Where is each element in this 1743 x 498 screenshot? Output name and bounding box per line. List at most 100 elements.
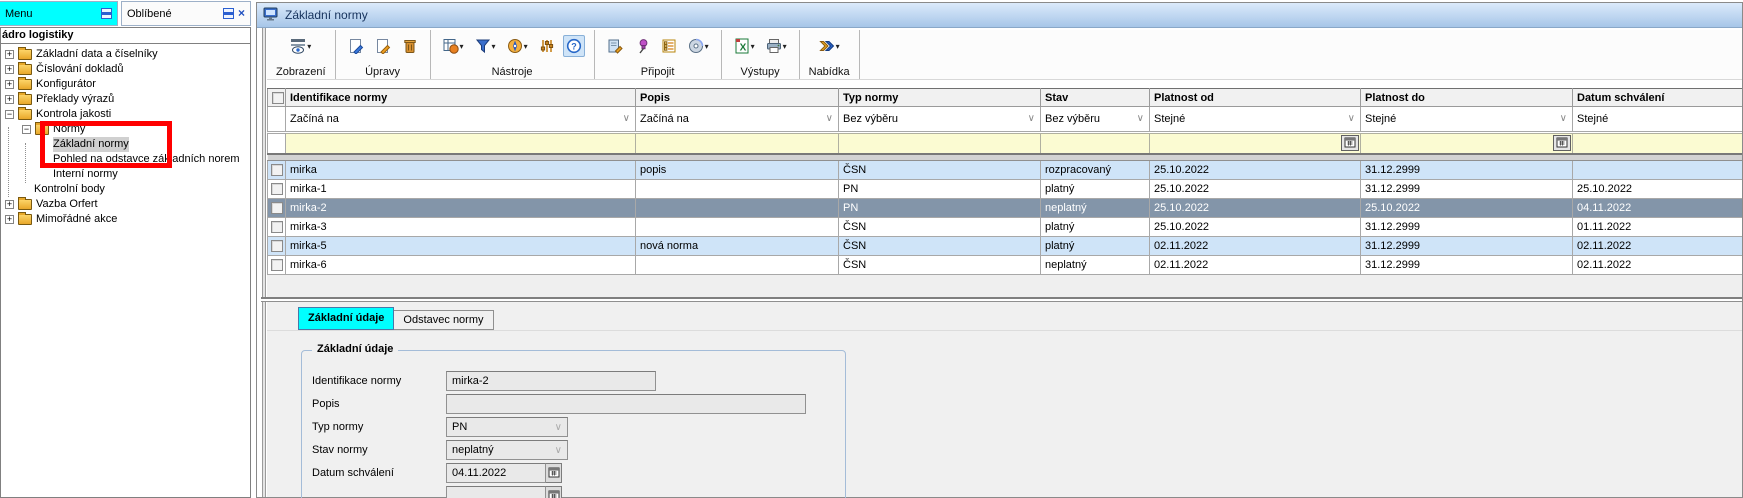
grid-row-mirka-1[interactable]: mirka-1PNplatný25.10.202231.12.299925.10… [268,180,1743,199]
select-all-header[interactable] [268,89,286,107]
pin-button[interactable] [631,35,653,57]
row-checkbox[interactable] [271,164,283,176]
dropdown-arrow-icon[interactable]: ▾ [524,42,528,51]
tab-odstavec-normy[interactable]: Odstavec normy [394,310,493,330]
stav-normy-input[interactable]: neplatný∨ [446,440,568,460]
row-checkbox[interactable] [271,240,283,252]
collapse-icon[interactable]: − [22,125,31,134]
grid-row-mirka-3[interactable]: mirka-3ČSNplatný25.10.202231.12.299901.1… [268,218,1743,237]
row-checkbox[interactable] [271,183,283,195]
grid-row-mirka-6[interactable]: mirka-6ČSNneplatný02.11.202231.12.299902… [268,256,1743,275]
expand-icon[interactable]: + [5,65,14,74]
filter-select-popis[interactable]: Začíná na∨ [636,107,839,132]
excel-button[interactable]: X▾ [731,35,758,57]
dropdown-arrow-icon[interactable]: ▾ [460,42,464,51]
row-checkbox[interactable] [271,259,283,271]
tab-oblibene[interactable]: Oblíbené × [121,1,251,26]
tree-item-preklady-vyrazu[interactable]: +Překlady výrazů [1,92,250,107]
view-icon [290,38,306,54]
dropdown-arrow-icon[interactable]: ▾ [836,42,840,51]
grid-cell: mirka-1 [286,180,636,199]
delete-record-button[interactable] [399,35,421,57]
checklist-button[interactable] [658,35,680,57]
popis-input[interactable] [446,394,806,414]
filter-select-typ-normy[interactable]: Bez výběru∨ [839,107,1041,132]
header-checkbox[interactable] [272,92,284,104]
expand-icon[interactable]: + [5,215,14,224]
compass-button[interactable]: ▾ [504,35,531,57]
filter-select-stav[interactable]: Bez výběru∨ [1041,107,1150,132]
grid-cell: 31.12.2999 [1361,218,1573,237]
tree-item-konfigurator[interactable]: +Konfigurátor [1,77,250,92]
row-checkbox[interactable] [271,221,283,233]
column-header-identifikace-normy[interactable]: Identifikace normy [286,89,636,107]
field-input[interactable] [446,486,546,498]
expand-icon[interactable]: + [5,50,14,59]
typ-normy-input[interactable]: PN∨ [446,417,568,437]
tree-item-interni-normy[interactable]: Interní normy [1,167,250,182]
tree-item-mimoradne-akce[interactable]: +Mimořádné akce [1,212,250,227]
filter-select-datum-schvaleni[interactable]: Stejné∨ [1573,107,1743,132]
tree-item-zakladni-data-a-ciselniky[interactable]: +Základní data a číselníky [1,47,250,62]
filter-icon [475,38,491,54]
datum-schvaleni-input[interactable]: 04.11.2022 [446,463,546,483]
help-button[interactable]: ? [563,35,585,57]
tree-item-kontrolni-body[interactable]: Kontrolní body [1,182,250,197]
column-header-typ-normy[interactable]: Typ normy [839,89,1041,107]
expand-icon[interactable]: + [5,200,14,209]
column-header-stav[interactable]: Stav [1041,89,1150,107]
edit-record-button[interactable] [372,35,394,57]
column-header-datum-schvaleni[interactable]: Datum schválení [1573,89,1743,107]
tree-item-kontrola-jakosti[interactable]: −Kontrola jakosti [1,107,250,122]
folder-icon [18,199,32,210]
filter-input-typ-normy[interactable] [839,134,1041,154]
filter-select-identifikace-normy[interactable]: Začíná na∨ [286,107,636,132]
column-header-platnost-do[interactable]: Platnost do [1361,89,1573,107]
identifikace-normy-input[interactable]: mirka-2 [446,371,656,391]
disc-button[interactable]: ▾ [685,35,712,57]
filter-input-identifikace-normy[interactable] [286,134,636,154]
dropdown-arrow-icon[interactable]: ▾ [783,42,787,51]
grid-cell [636,199,839,218]
calendar-button[interactable] [1341,135,1359,151]
sliders-button[interactable] [536,35,558,57]
filter-input-platnost-od[interactable] [1150,134,1361,154]
table-settings-button[interactable]: ▾ [440,35,467,57]
dropdown-arrow-icon[interactable]: ▾ [751,42,755,51]
filter-select-platnost-do[interactable]: Stejné∨ [1361,107,1573,132]
dropdown-arrow-icon[interactable]: ▾ [307,42,311,51]
tree-item-cislovani-dokladu[interactable]: +Číslování dokladů [1,62,250,77]
dropdown-arrow-icon[interactable]: ▾ [705,42,709,51]
note-button[interactable] [604,35,626,57]
grid-row-mirka[interactable]: mirkapopisČSNrozpracovaný25.10.202231.12… [268,161,1743,180]
calendar-button[interactable] [1553,135,1571,151]
tree-item-vazba-orfert[interactable]: +Vazba Orfert [1,197,250,212]
tab-zakladni-udaje[interactable]: Základní údaje [298,307,394,330]
collapse-icon[interactable]: − [5,110,14,119]
chevrons-button[interactable]: ▾ [816,35,843,57]
filter-select-platnost-od[interactable]: Stejné∨ [1150,107,1361,132]
expand-icon[interactable]: + [5,95,14,104]
column-header-popis[interactable]: Popis [636,89,839,107]
column-header-platnost-od[interactable]: Platnost od [1150,89,1361,107]
filter-button[interactable]: ▾ [472,35,499,57]
delete-record-icon [402,38,418,54]
view-button[interactable]: ▾ [287,35,314,57]
calendar-button[interactable] [546,486,562,498]
tab-menu[interactable]: Menu [0,1,118,26]
printer-button[interactable]: ▾ [763,35,790,57]
filter-input-popis[interactable] [636,134,839,154]
panel-splitter-gutter[interactable] [262,28,266,497]
grid-row-mirka-5[interactable]: mirka-5nová normaČSNplatný02.11.202231.1… [268,237,1743,256]
dropdown-arrow-icon[interactable]: ▾ [492,42,496,51]
new-record-button[interactable] [345,35,367,57]
calendar-button[interactable] [546,463,562,483]
grid-row-mirka-2[interactable]: mirka-2PNneplatný25.10.202225.10.202204.… [268,199,1743,218]
detail-tab-strip: Základní údaje Odstavec normy [298,307,494,330]
filter-input-datum-schvaleni[interactable] [1573,134,1743,154]
filter-input-platnost-do[interactable] [1361,134,1573,154]
row-checkbox[interactable] [271,202,283,214]
expand-icon[interactable]: + [5,80,14,89]
filter-input-stav[interactable] [1041,134,1150,154]
close-icon[interactable]: × [238,8,245,19]
